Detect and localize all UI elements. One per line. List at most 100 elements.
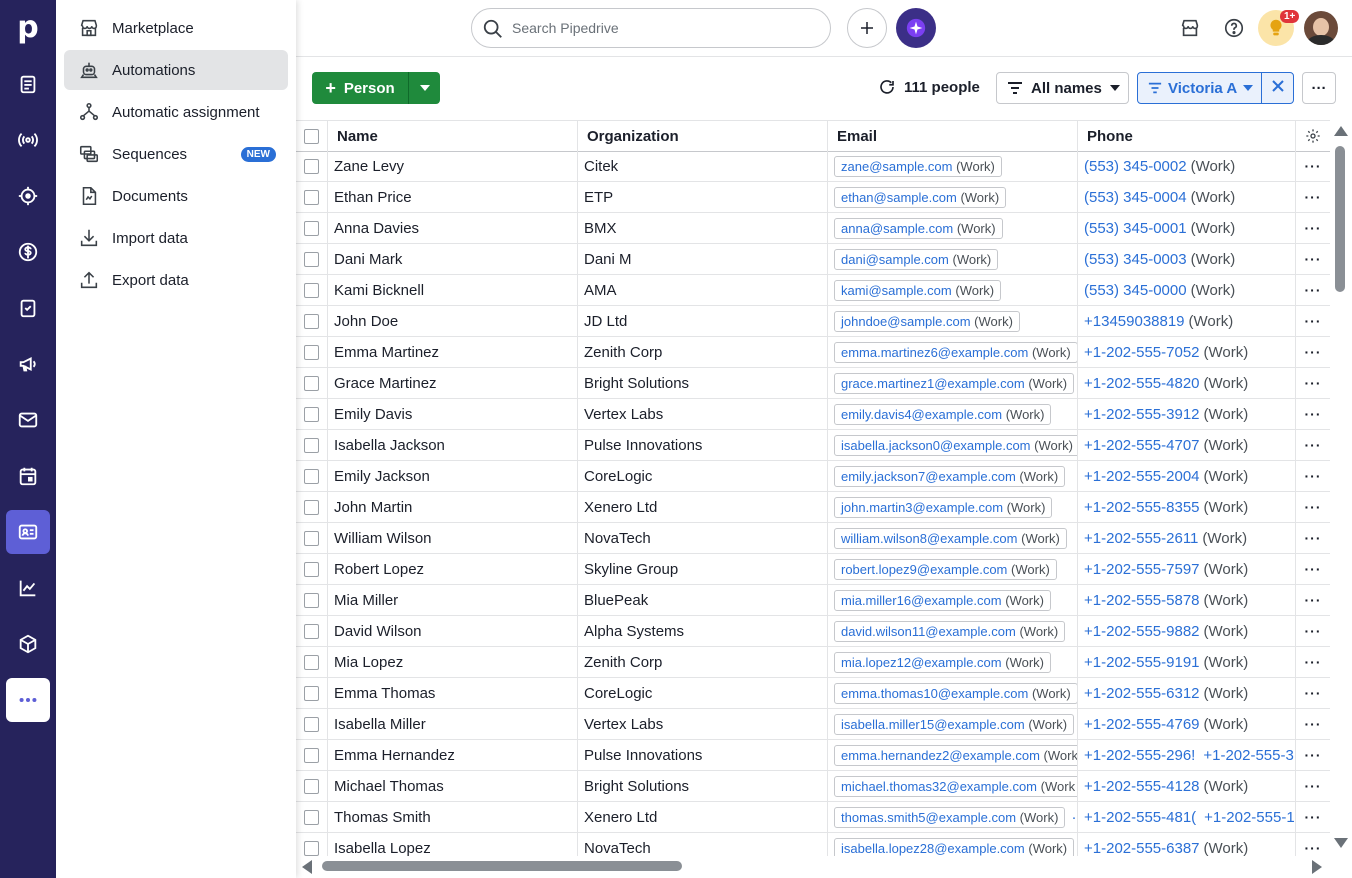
- organization-name[interactable]: Dani M: [578, 244, 828, 274]
- email-link[interactable]: michael.thomas32@example.com (Work: [834, 775, 1077, 797]
- row-actions-button[interactable]: ···: [1296, 182, 1330, 212]
- row-checkbox[interactable]: [296, 585, 328, 615]
- refresh-icon[interactable]: [878, 78, 896, 96]
- column-header-name[interactable]: Name: [328, 121, 578, 151]
- organization-name[interactable]: Vertex Labs: [578, 399, 828, 429]
- row-checkbox[interactable]: [296, 399, 328, 429]
- person-name[interactable]: Thomas Smith: [328, 802, 578, 832]
- email-link[interactable]: kami@sample.com (Work): [834, 279, 1002, 301]
- email-link[interactable]: thomas.smith5@example.com (Work): [834, 806, 1066, 828]
- table-row[interactable]: Mia Miller BluePeak mia.miller16@example.c…: [296, 585, 1330, 616]
- organization-name[interactable]: AMA: [578, 275, 828, 305]
- phone-link[interactable]: +1-202-555-3912: [1084, 406, 1200, 423]
- all-names-dropdown[interactable]: All names: [996, 72, 1129, 104]
- row-actions-button[interactable]: ···: [1296, 244, 1330, 274]
- row-checkbox[interactable]: [296, 368, 328, 398]
- phone-link[interactable]: (553) 345-0001: [1084, 220, 1187, 237]
- table-row[interactable]: John Martin Xenero Ltd john.martin3@exampl…: [296, 492, 1330, 523]
- table-row[interactable]: Emma Thomas CoreLogic emma.thomas10@exampl…: [296, 678, 1330, 709]
- organization-name[interactable]: Bright Solutions: [578, 771, 828, 801]
- phone-link[interactable]: +1-202-555-6312: [1084, 685, 1200, 702]
- person-name[interactable]: Anna Davies: [328, 213, 578, 243]
- phone-link[interactable]: +13459038819: [1084, 313, 1185, 330]
- menu-item-sequences[interactable]: Sequences NEW: [64, 134, 288, 174]
- phone-link[interactable]: (553) 345-0003: [1084, 251, 1187, 268]
- row-actions-button[interactable]: ···: [1296, 771, 1330, 801]
- organization-name[interactable]: Skyline Group: [578, 554, 828, 584]
- phone-link[interactable]: +1-202-555-296!: [1084, 747, 1195, 764]
- menu-item-documents[interactable]: Documents: [64, 176, 288, 216]
- email-link[interactable]: robert.lopez9@example.com (Work): [834, 558, 1057, 580]
- pipedrive-logo[interactable]: p: [0, 6, 56, 50]
- scroll-up-arrow-icon[interactable]: [1334, 126, 1348, 136]
- row-checkbox[interactable]: [296, 306, 328, 336]
- person-name[interactable]: Robert Lopez: [328, 554, 578, 584]
- email-link[interactable]: emily.jackson7@example.com (Work): [834, 465, 1066, 487]
- mail-icon[interactable]: [6, 398, 50, 442]
- contacts-card-icon[interactable]: [6, 510, 50, 554]
- more-actions-button[interactable]: ···: [1302, 72, 1336, 104]
- table-row[interactable]: Emma Hernandez Pulse Innovations emma.hern…: [296, 740, 1330, 771]
- scroll-down-arrow-icon[interactable]: [1334, 838, 1348, 848]
- horizontal-scrollbar[interactable]: [296, 856, 1330, 878]
- more-icon[interactable]: [6, 678, 50, 722]
- phone-link[interactable]: +1-202-555-9191: [1084, 654, 1200, 671]
- leads-icon[interactable]: [6, 62, 50, 106]
- person-name[interactable]: Mia Lopez: [328, 647, 578, 677]
- row-checkbox[interactable]: [296, 740, 328, 770]
- ai-assistant-button[interactable]: [896, 8, 936, 48]
- deals-dollar-icon[interactable]: [6, 230, 50, 274]
- phone-link[interactable]: +1-202-555-481(: [1084, 809, 1196, 826]
- row-checkbox[interactable]: [296, 833, 328, 856]
- row-actions-button[interactable]: ···: [1296, 740, 1330, 770]
- phone-link[interactable]: +1-202-555-4128: [1084, 778, 1200, 795]
- insights-chart-icon[interactable]: [6, 566, 50, 610]
- email-link[interactable]: emma.thomas10@example.com (Work): [834, 682, 1077, 704]
- table-row[interactable]: Isabella Lopez NovaTech isabella.lopez28@e…: [296, 833, 1330, 856]
- row-checkbox[interactable]: [296, 771, 328, 801]
- row-checkbox[interactable]: [296, 182, 328, 212]
- megaphone-icon[interactable]: [6, 342, 50, 386]
- activities-check-icon[interactable]: [6, 286, 50, 330]
- person-name[interactable]: Kami Bicknell: [328, 275, 578, 305]
- organization-name[interactable]: BMX: [578, 213, 828, 243]
- person-name[interactable]: Isabella Miller: [328, 709, 578, 739]
- phone-link[interactable]: +1-202-555-9882: [1084, 623, 1200, 640]
- row-checkbox[interactable]: [296, 709, 328, 739]
- organization-name[interactable]: Bright Solutions: [578, 368, 828, 398]
- phone-link[interactable]: (553) 345-0004: [1084, 189, 1187, 206]
- person-name[interactable]: Grace Martinez: [328, 368, 578, 398]
- row-checkbox[interactable]: [296, 430, 328, 460]
- row-checkbox[interactable]: [296, 616, 328, 646]
- filter-owner-dropdown[interactable]: Victoria A: [1138, 73, 1262, 103]
- column-settings-gear-icon[interactable]: [1296, 121, 1330, 151]
- row-actions-button[interactable]: ···: [1296, 802, 1330, 832]
- marketplace-icon[interactable]: [1176, 14, 1204, 42]
- person-name[interactable]: Mia Miller: [328, 585, 578, 615]
- row-checkbox[interactable]: [296, 337, 328, 367]
- organization-name[interactable]: Vertex Labs: [578, 709, 828, 739]
- column-header-email[interactable]: Email: [828, 121, 1078, 151]
- menu-item-marketplace[interactable]: Marketplace: [64, 8, 288, 48]
- email-link[interactable]: ethan@sample.com (Work): [834, 186, 1007, 208]
- organization-name[interactable]: CoreLogic: [578, 461, 828, 491]
- menu-item-automations[interactable]: Automations: [64, 50, 288, 90]
- scroll-right-arrow-icon[interactable]: [1312, 860, 1322, 874]
- campaigns-radar-icon[interactable]: [6, 118, 50, 162]
- table-row[interactable]: Emma Martinez Zenith Corp emma.martinez6@e…: [296, 337, 1330, 368]
- table-row[interactable]: David Wilson Alpha Systems david.wilson11@…: [296, 616, 1330, 647]
- person-name[interactable]: John Doe: [328, 306, 578, 336]
- table-row[interactable]: John Doe JD Ltd johndoe@sample.com (Work) +…: [296, 306, 1330, 337]
- row-checkbox[interactable]: [296, 802, 328, 832]
- row-checkbox[interactable]: [296, 151, 328, 181]
- person-name[interactable]: John Martin: [328, 492, 578, 522]
- table-row[interactable]: Zane Levy Citek zane@sample.com (Work) (553…: [296, 151, 1330, 182]
- row-checkbox[interactable]: [296, 678, 328, 708]
- email-link[interactable]: emma.hernandez2@example.com (Work: [834, 744, 1077, 766]
- row-actions-button[interactable]: ···: [1296, 492, 1330, 522]
- email-link[interactable]: john.martin3@example.com (Work): [834, 496, 1053, 518]
- person-name[interactable]: Isabella Lopez: [328, 833, 578, 856]
- menu-item-automatic-assignment[interactable]: Automatic assignment: [64, 92, 288, 132]
- help-icon[interactable]: [1220, 14, 1248, 42]
- organization-name[interactable]: NovaTech: [578, 833, 828, 856]
